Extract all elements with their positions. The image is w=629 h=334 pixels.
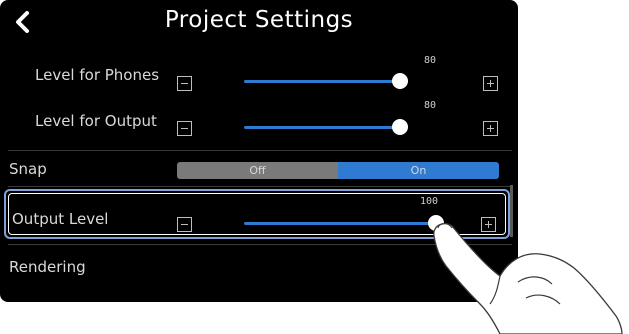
pointing-hand-icon [433, 222, 623, 334]
